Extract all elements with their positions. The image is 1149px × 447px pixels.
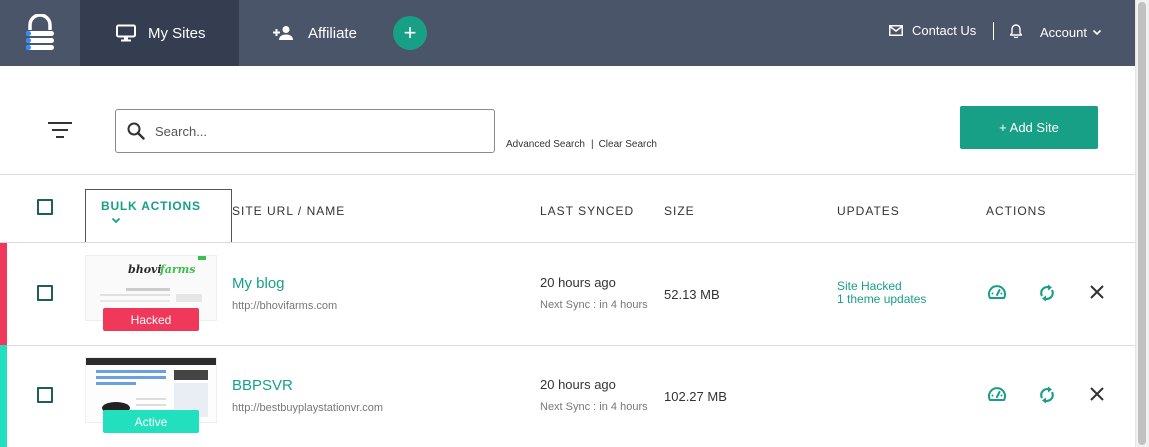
close-icon [1090, 285, 1104, 299]
search-input[interactable] [155, 123, 475, 139]
notifications-button[interactable] [1009, 24, 1023, 43]
tab-affiliate-label: Affiliate [308, 24, 357, 42]
dashboard-button[interactable] [987, 283, 1007, 306]
tab-my-sites[interactable]: My Sites [80, 0, 239, 66]
status-badge: Active [103, 410, 199, 433]
scrollbar-thumb[interactable] [1138, 2, 1146, 445]
nav-divider [993, 22, 994, 40]
updates-link[interactable]: Site Hacked 1 theme updates [837, 280, 926, 306]
select-all-checkbox[interactable] [37, 199, 53, 215]
sync-icon [1040, 284, 1054, 302]
column-header-actions: ACTIONS [986, 204, 1047, 218]
chevron-down-icon [111, 217, 121, 224]
sync-button[interactable] [1038, 385, 1056, 410]
status-badge: Hacked [103, 308, 199, 331]
dashboard-button[interactable] [987, 385, 1007, 408]
contact-us-link[interactable]: Contact Us [889, 23, 976, 38]
column-header-site[interactable]: SITE URL / NAME [232, 204, 345, 218]
bell-icon [1009, 24, 1023, 39]
column-header-last-synced[interactable]: LAST SYNCED [540, 204, 634, 218]
chevron-down-icon [1092, 29, 1102, 36]
logo[interactable] [0, 0, 80, 66]
mail-icon [889, 25, 903, 36]
site-size: 102.27 MB [664, 389, 727, 404]
column-header-size[interactable]: SIZE [664, 204, 695, 218]
filter-button[interactable] [48, 121, 72, 144]
dashboard-gauge-icon [988, 387, 1006, 401]
site-url: http://bhovifarms.com [232, 300, 338, 312]
account-menu[interactable]: Account [1040, 25, 1102, 40]
plus-icon: + [403, 20, 417, 45]
add-site-label: + Add Site [999, 120, 1059, 135]
filter-icon [48, 122, 72, 138]
table-row[interactable]: bhovi farms Hacked My blog http://bhovif… [0, 243, 1135, 345]
site-name-link[interactable]: My blog [232, 275, 285, 292]
row-checkbox[interactable] [37, 387, 53, 403]
monitor-icon [116, 24, 136, 42]
delete-button[interactable] [1089, 385, 1105, 408]
row-checkbox[interactable] [37, 285, 53, 301]
tab-affiliate[interactable]: Affiliate [273, 0, 357, 66]
add-site-button[interactable]: + Add Site [960, 106, 1098, 149]
link-separator: | [590, 139, 594, 150]
contact-us-label: Contact Us [912, 23, 977, 38]
site-url: http://bestbuyplaystationvr.com [232, 402, 384, 414]
tab-my-sites-label: My Sites [148, 24, 206, 42]
status-indicator [0, 243, 7, 345]
bulk-actions-label: BULK ACTIONS [101, 199, 201, 213]
last-synced: 20 hours ago [540, 275, 616, 290]
clear-search-link[interactable]: Clear Search [599, 139, 657, 150]
next-sync: Next Sync : in 4 hours [540, 401, 648, 413]
users-add-icon [273, 26, 293, 40]
divider [0, 174, 1135, 175]
svg-text:bhovi: bhovi [128, 263, 162, 276]
bulk-actions-dropdown[interactable]: BULK ACTIONS [85, 189, 232, 243]
advanced-search-link[interactable]: Advanced Search [506, 139, 585, 150]
update-item: 1 theme updates [837, 292, 927, 306]
next-sync: Next Sync : in 4 hours [540, 299, 648, 311]
close-icon [1090, 387, 1104, 401]
account-label: Account [1040, 25, 1087, 40]
search-box[interactable] [115, 109, 495, 153]
lock-logo-icon [26, 14, 54, 50]
column-header-updates[interactable]: UPDATES [837, 204, 900, 218]
site-size: 52.13 MB [664, 287, 720, 302]
delete-button[interactable] [1089, 283, 1105, 306]
status-indicator [0, 345, 7, 447]
top-nav: My Sites Affiliate + Contact Us Account [0, 0, 1135, 66]
sync-button[interactable] [1038, 283, 1056, 308]
last-synced: 20 hours ago [540, 377, 616, 392]
search-icon [127, 122, 145, 140]
add-button[interactable]: + [393, 16, 427, 50]
dashboard-gauge-icon [988, 285, 1006, 299]
table-row[interactable]: Active BBPSVR http://bestbuyplaystationv… [0, 345, 1135, 447]
search-links: Advanced Search | Clear Search [506, 139, 657, 150]
site-name-link[interactable]: BBPSVR [232, 377, 293, 394]
sync-icon [1040, 386, 1054, 404]
svg-text:farms: farms [159, 263, 196, 276]
